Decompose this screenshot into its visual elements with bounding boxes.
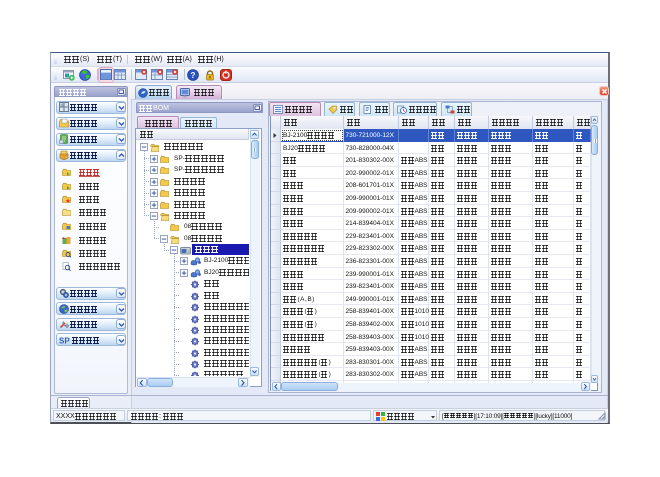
- svg-text:SP: SP: [59, 336, 70, 345]
- svg-text:?: ?: [191, 71, 196, 80]
